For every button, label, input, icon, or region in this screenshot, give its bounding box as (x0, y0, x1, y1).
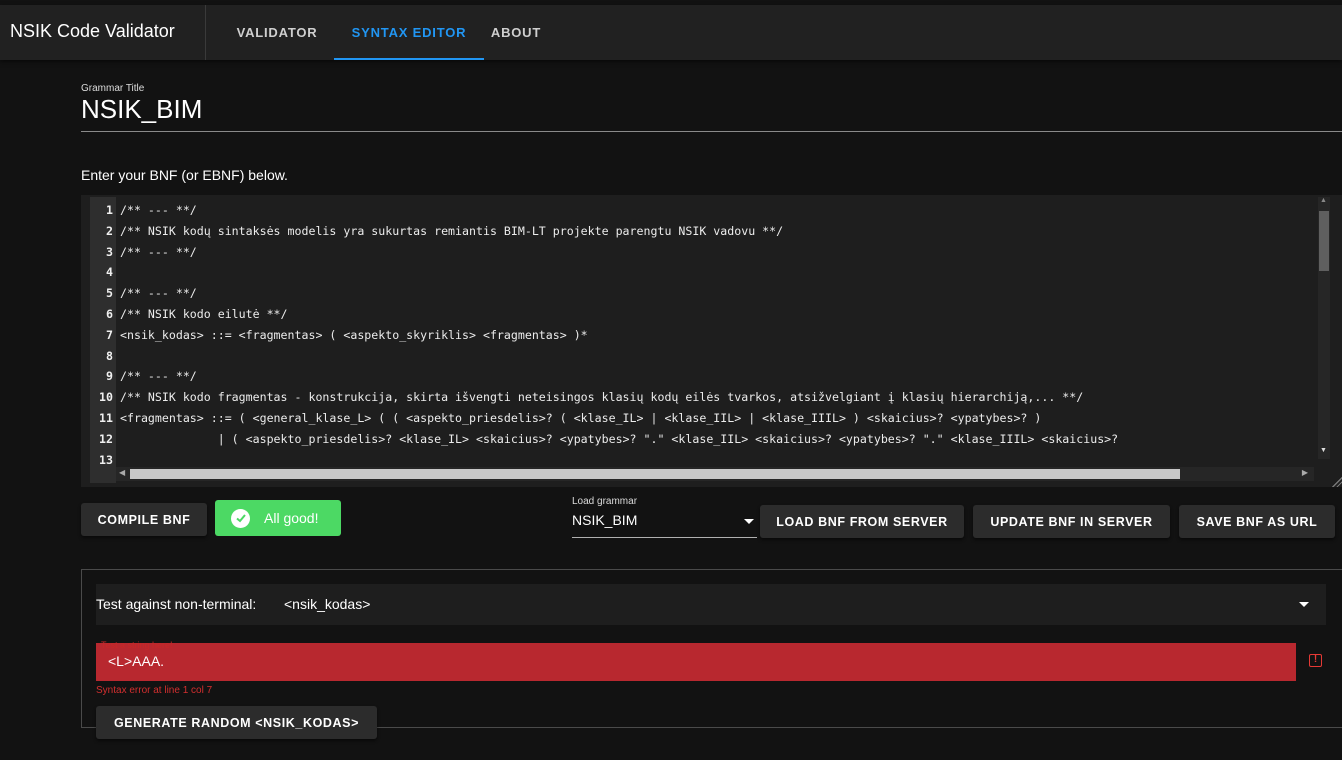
code-line[interactable]: 7 <nsik_kodas> ::= <fragmentas> ( <aspekt… (90, 325, 1310, 346)
scroll-left-arrow-icon[interactable]: ◀ (119, 468, 125, 477)
code-line[interactable]: 3/** --- **/ (90, 242, 1310, 263)
load-grammar-underline (572, 537, 757, 538)
horizontal-scroll-thumb[interactable] (130, 469, 1180, 479)
dropdown-arrow-icon (744, 519, 754, 524)
syntax-error-message: Syntax error at line 1 col 7 (96, 685, 213, 696)
code-text[interactable]: /** NSIK kodo fragmentas - konstrukcija,… (116, 390, 1083, 404)
grammar-title-label: Grammar Title (81, 83, 145, 94)
code-line[interactable]: 6/** NSIK kodo eilutė **/ (90, 304, 1310, 325)
vertical-scroll-thumb[interactable] (1319, 211, 1329, 271)
line-number: 12 (99, 431, 113, 446)
code-text[interactable]: /** --- **/ (116, 369, 197, 383)
line-number: 6 (106, 306, 113, 321)
test-string-input[interactable]: Test a string here! <L>AAA. (96, 640, 1296, 681)
app-bar: NSIK Code Validator VALIDATOR SYNTAX EDI… (0, 5, 1342, 60)
code-line[interactable]: 8 (90, 346, 1310, 367)
title-divider (205, 5, 206, 60)
compile-bnf-button[interactable]: COMPILE BNF (81, 503, 207, 536)
bnf-code-editor[interactable]: 1/** --- **/2/** NSIK kodų sintaksės mod… (81, 195, 1342, 487)
line-number: 9 (106, 369, 113, 384)
code-lines[interactable]: 1/** --- **/2/** NSIK kodų sintaksės mod… (90, 200, 1310, 470)
code-text[interactable] (116, 265, 120, 279)
grammar-title-input[interactable]: NSIK_BIM (81, 94, 202, 125)
generate-random-button[interactable]: GENERATE RANDOM <NSIK_KODAS> (96, 706, 377, 739)
code-line[interactable]: 11 <fragmentas> ::= ( <general_klase_L> (… (90, 408, 1310, 429)
scroll-up-arrow-icon[interactable]: ▲ (1320, 197, 1327, 204)
load-grammar-value: NSIK_BIM (572, 512, 638, 528)
resize-handle-icon[interactable] (1332, 477, 1342, 487)
load-grammar-label: Load grammar (572, 496, 638, 507)
code-text[interactable]: <fragmentas> ::= ( <general_klase_L> ( (… (116, 411, 1041, 425)
tab-about[interactable]: ABOUT (484, 5, 548, 60)
line-number: 4 (106, 265, 113, 280)
app-title: NSIK Code Validator (10, 21, 175, 41)
test-input-value[interactable]: <L>AAA. (108, 653, 164, 669)
tab-syntax-editor-label: SYNTAX EDITOR (351, 25, 467, 40)
test-input-placeholder: Test a string here! (101, 640, 173, 650)
grammar-title-underline (81, 131, 1342, 132)
line-number: 11 (99, 410, 113, 425)
code-text[interactable]: | ( <aspekto_priesdelis>? <klase_IL> <sk… (116, 432, 1118, 446)
tab-validator[interactable]: VALIDATOR (222, 5, 332, 60)
error-alert-icon: ! (1309, 654, 1322, 667)
dropdown-arrow-icon (1299, 602, 1309, 607)
save-bnf-as-url-button[interactable]: SAVE BNF AS URL (1179, 505, 1335, 538)
line-number: 2 (106, 223, 113, 238)
code-line[interactable]: 1/** --- **/ (90, 200, 1310, 221)
code-text[interactable]: /** --- **/ (116, 203, 197, 217)
code-text[interactable]: <nsik_kodas> ::= <fragmentas> ( <aspekto… (116, 328, 588, 342)
vertical-scrollbar[interactable]: ▲ ▼ (1318, 197, 1330, 459)
code-line[interactable]: 12 | ( <aspekto_priesdelis>? <klase_IL> … (90, 429, 1310, 450)
nonterminal-label: Test against non-terminal: (96, 596, 257, 612)
code-text[interactable]: /** --- **/ (116, 286, 197, 300)
line-number: 3 (106, 244, 113, 259)
scroll-down-arrow-icon[interactable]: ▼ (1320, 447, 1327, 454)
code-text[interactable]: /** NSIK kodo eilutė **/ (116, 307, 288, 321)
nonterminal-select[interactable]: Test against non-terminal: <nsik_kodas> (96, 584, 1326, 625)
load-grammar-select[interactable]: NSIK_BIM (572, 508, 760, 538)
check-circle-icon (231, 508, 250, 528)
nonterminal-value: <nsik_kodas> (284, 596, 371, 612)
code-text[interactable]: /** NSIK kodų sintaksės modelis yra suku… (116, 224, 783, 238)
update-bnf-in-server-button[interactable]: UPDATE BNF IN SERVER (973, 505, 1170, 538)
code-text[interactable]: /** --- **/ (116, 245, 197, 259)
line-number: 5 (106, 286, 113, 301)
line-number: 7 (106, 327, 113, 342)
tab-syntax-editor[interactable]: SYNTAX EDITOR (334, 5, 484, 60)
line-number: 8 (106, 348, 113, 363)
line-number: 10 (99, 390, 113, 405)
code-text[interactable] (116, 349, 120, 363)
line-number: 13 (99, 452, 113, 467)
code-line[interactable]: 9/** --- **/ (90, 366, 1310, 387)
bnf-prompt: Enter your BNF (or EBNF) below. (81, 167, 288, 183)
load-bnf-from-server-button[interactable]: LOAD BNF FROM SERVER (760, 505, 964, 538)
status-text: All good! (264, 510, 319, 526)
code-line[interactable]: 5/** --- **/ (90, 283, 1310, 304)
code-line[interactable]: 2/** NSIK kodų sintaksės modelis yra suk… (90, 221, 1310, 242)
scroll-right-arrow-icon[interactable]: ▶ (1302, 468, 1308, 477)
line-number: 1 (106, 203, 113, 217)
code-line[interactable]: 10/** NSIK kodo fragmentas - konstrukcij… (90, 387, 1310, 408)
code-text[interactable] (116, 453, 120, 467)
status-chip: All good! (215, 500, 341, 536)
code-line[interactable]: 4 (90, 262, 1310, 283)
horizontal-scrollbar[interactable]: ◀ ▶ (116, 467, 1314, 481)
active-tab-indicator (334, 58, 484, 60)
